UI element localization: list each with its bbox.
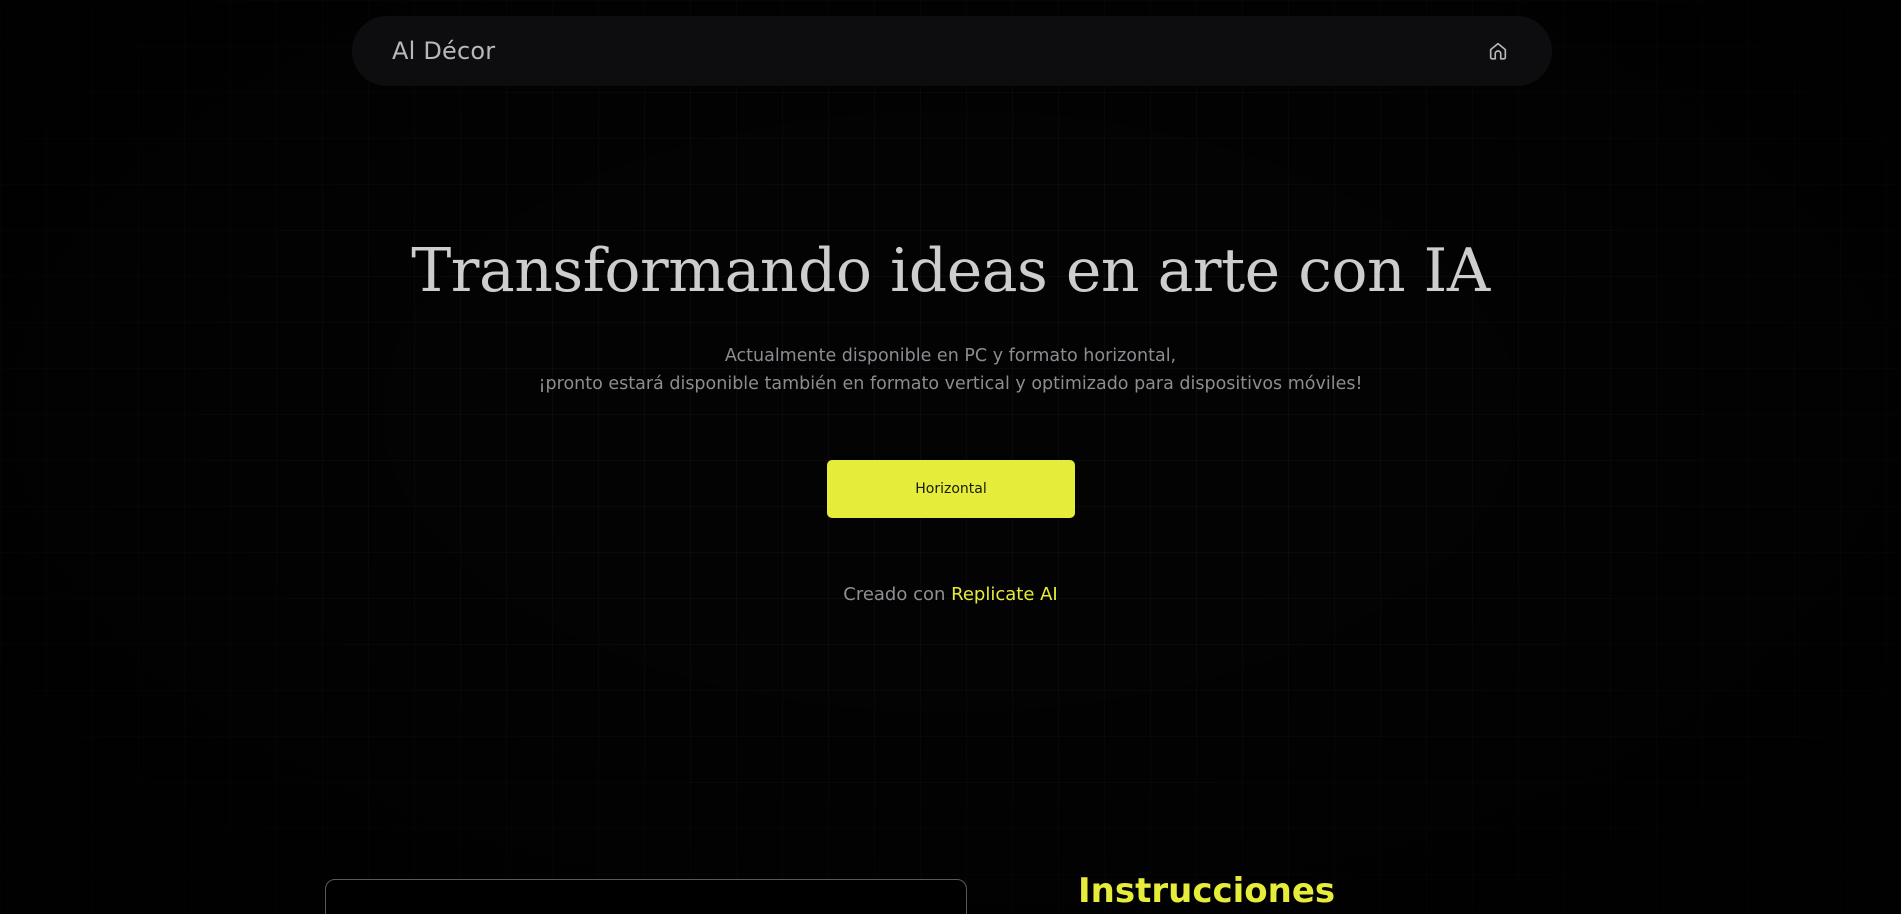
replicate-ai-link[interactable]: Replicate AI bbox=[951, 584, 1058, 605]
hero-subtitle: Actualmente disponible en PC y formato h… bbox=[0, 342, 1901, 398]
subtitle-line-2: ¡pronto estará disponible también en for… bbox=[538, 374, 1363, 394]
home-button[interactable] bbox=[1484, 37, 1512, 65]
subtitle-line-1: Actualmente disponible en PC y formato h… bbox=[724, 346, 1177, 366]
background-vignette bbox=[0, 0, 1901, 914]
credit-line: Creado con Replicate AI bbox=[0, 584, 1901, 605]
horizontal-button[interactable]: Horizontal bbox=[827, 460, 1075, 518]
navbar: Al Décor bbox=[352, 16, 1552, 86]
home-icon bbox=[1489, 42, 1507, 60]
brand-logo-text[interactable]: Al Décor bbox=[392, 37, 495, 65]
credit-prefix: Creado con bbox=[843, 584, 952, 605]
image-preview-card bbox=[325, 879, 967, 914]
instructions-heading: Instrucciones bbox=[1078, 871, 1336, 911]
hero-title: Transformando ideas en arte con IA bbox=[411, 236, 1490, 306]
